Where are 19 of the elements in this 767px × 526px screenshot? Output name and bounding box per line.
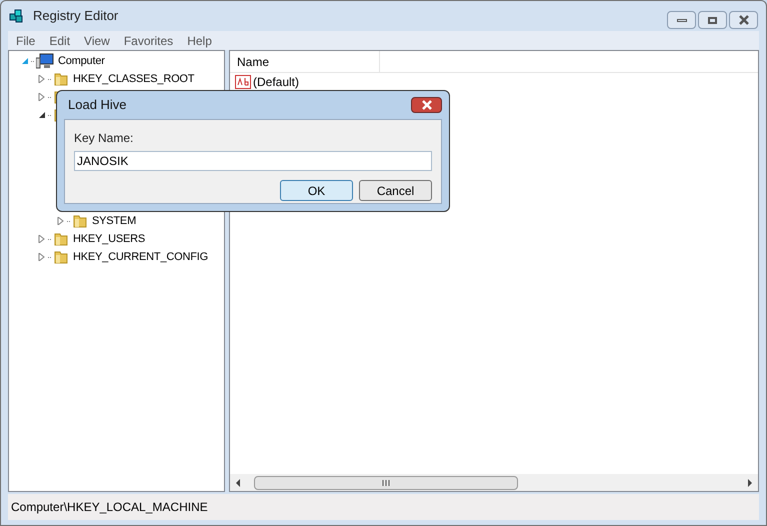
tree-item[interactable]: HKEY_CLASSES_ROOT: [73, 70, 194, 88]
menu-item[interactable]: Favorites: [124, 32, 174, 50]
ok-button[interactable]: OK: [280, 180, 353, 201]
key-name-field[interactable]: JANOSIK: [74, 151, 432, 171]
column-header[interactable]: Name: [230, 51, 380, 72]
menu-item[interactable]: Help: [187, 32, 212, 50]
tree-item[interactable]: HKEY_CURRENT_CONFIG: [73, 248, 208, 266]
menu-item[interactable]: View: [84, 32, 110, 50]
status-bar-text: Computer\HKEY_LOCAL_MACHINE: [11, 499, 208, 516]
menu-item[interactable]: Edit: [49, 32, 70, 50]
tree-item[interactable]: Computer: [58, 52, 105, 70]
value-name[interactable]: (Default): [253, 73, 300, 91]
dialog-title: Load Hive: [68, 96, 127, 114]
key-name-label: Key Name:: [74, 130, 134, 147]
cancel-button[interactable]: Cancel: [359, 180, 432, 201]
window-title: Registry Editor: [33, 7, 118, 26]
tree-item[interactable]: HKEY_USERS: [73, 230, 145, 248]
menu-item[interactable]: File: [16, 32, 36, 50]
tree-item[interactable]: SYSTEM: [92, 212, 136, 230]
